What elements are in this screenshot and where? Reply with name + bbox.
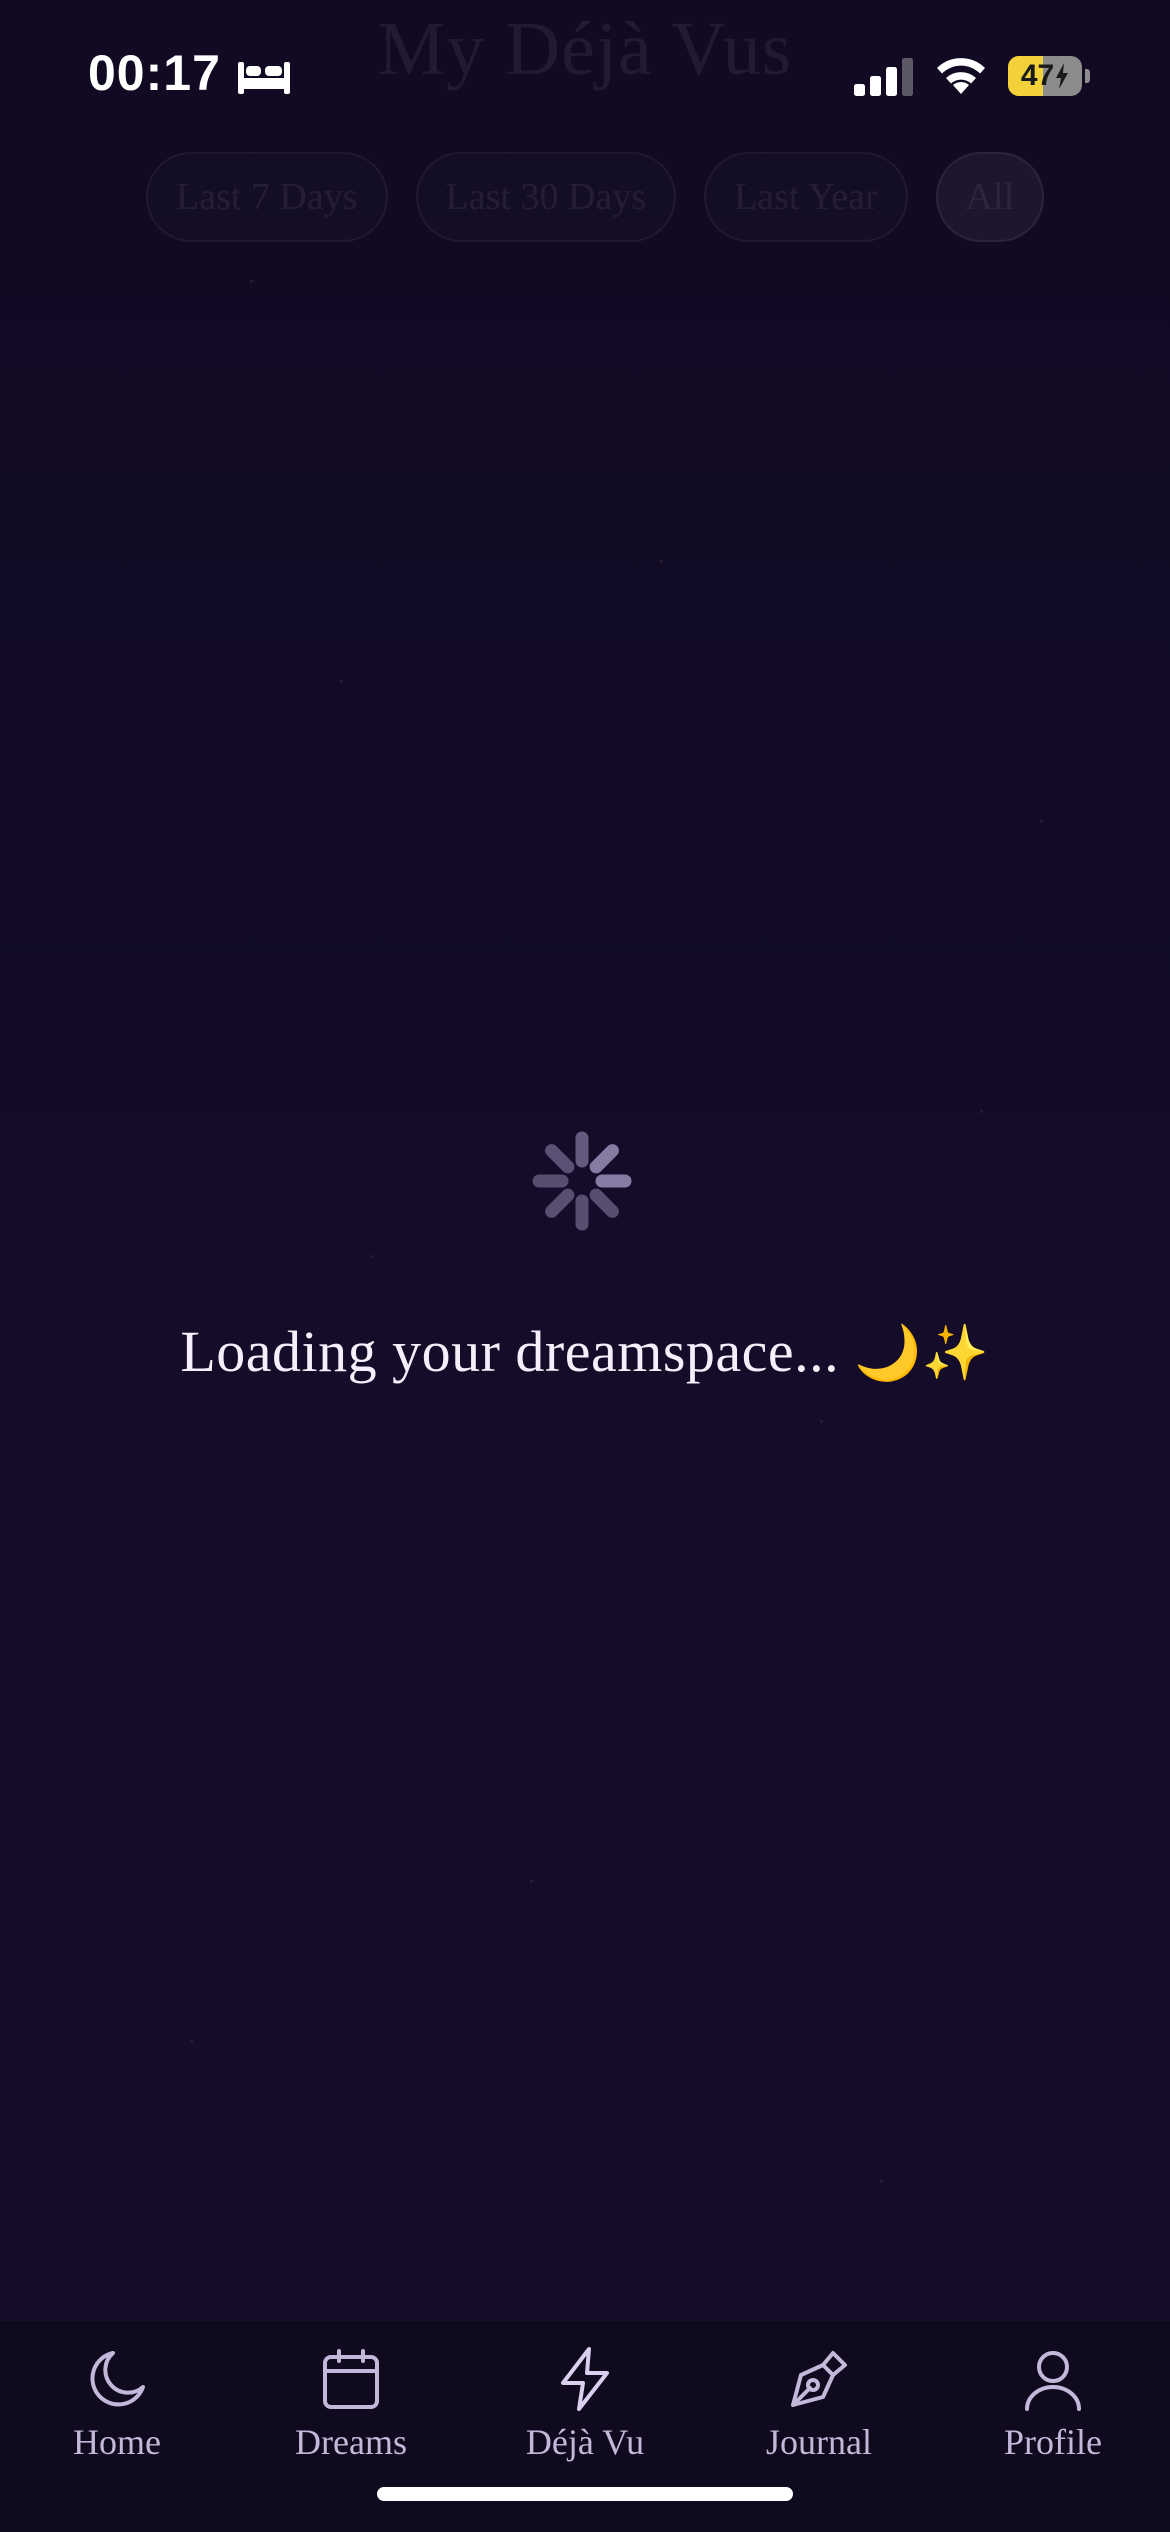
cellular-signal-icon [854, 58, 913, 96]
filter-chip-all[interactable]: All [935, 152, 1045, 242]
star-decoration [660, 560, 663, 563]
spinner-spoke [545, 1188, 575, 1218]
filter-chip-last-year[interactable]: Last Year [704, 152, 908, 242]
star-decoration [340, 680, 343, 683]
tab-label-dreams: Dreams [295, 2422, 407, 2462]
spinner-spoke [589, 1188, 619, 1218]
moon-icon [90, 2351, 145, 2407]
charging-bolt-icon [1056, 63, 1069, 89]
tab-label-deja-vu: Déjà Vu [525, 2422, 645, 2462]
tab-label-profile: Profile [1004, 2422, 1102, 2462]
app-screen: My Déjà Vus Last 7 Days Last 30 Days Las… [0, 0, 1170, 2532]
tab-deja-vu[interactable]: Déjà Vu [468, 2321, 702, 2491]
filter-chip-last-30-days[interactable]: Last 30 Days [415, 152, 677, 242]
star-decoration [250, 280, 253, 283]
star-decoration [530, 1880, 533, 1883]
star-decoration [190, 2040, 193, 2043]
star-decoration [820, 1420, 823, 1423]
spinner-spoke [545, 1144, 575, 1174]
star-decoration [1040, 820, 1043, 823]
user-icon [1025, 2351, 1081, 2411]
date-filter-bar: Last 7 Days Last 30 Days Last Year All [146, 152, 1045, 242]
tab-profile[interactable]: Profile [936, 2321, 1170, 2491]
tab-label-journal: Journal [766, 2422, 872, 2462]
spinner-spoke [589, 1144, 619, 1174]
battery-indicator: 47 [1008, 56, 1082, 96]
filter-chip-last-7-days[interactable]: Last 7 Days [146, 152, 388, 242]
pen-nib-icon [791, 2351, 847, 2407]
battery-percentage: 47 [1020, 59, 1055, 92]
lightning-icon [561, 2347, 609, 2411]
loading-text: Loading your dreamspace... [180, 1319, 840, 1384]
loading-spinner [532, 1131, 632, 1231]
star-decoration [370, 1255, 373, 1258]
calendar-icon [323, 2349, 379, 2409]
star-decoration [880, 2180, 883, 2183]
tab-journal[interactable]: Journal [702, 2321, 936, 2491]
tab-label-home: Home [73, 2422, 161, 2462]
status-time: 00:17 [88, 45, 221, 101]
bed-icon [238, 62, 290, 94]
tab-home[interactable]: Home [0, 2321, 234, 2491]
loading-message: Loading your dreamspace... 🌙✨ [0, 1318, 1170, 1385]
sparkles-emoji: ✨ [921, 1321, 990, 1384]
battery-nub [1085, 69, 1090, 83]
home-indicator[interactable] [377, 2487, 793, 2501]
tab-dreams[interactable]: Dreams [234, 2321, 468, 2491]
wifi-icon [937, 58, 985, 94]
star-decoration [980, 1110, 983, 1113]
crescent-moon-emoji: 🌙 [854, 1321, 922, 1384]
